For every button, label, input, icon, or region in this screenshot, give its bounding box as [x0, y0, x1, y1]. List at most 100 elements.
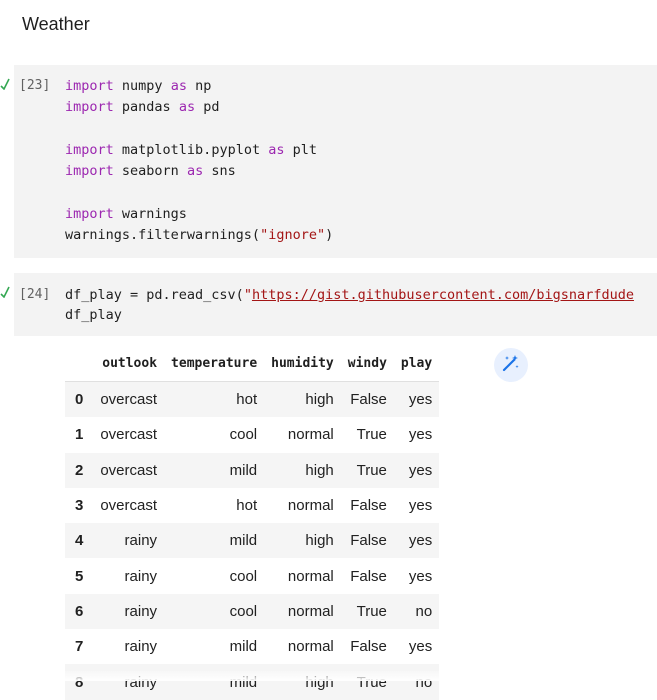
column-header-play: play: [400, 355, 433, 371]
row-index: 1: [75, 426, 84, 444]
code-line: import seaborn as sns: [65, 162, 236, 180]
table-row: 8 rainy mild high True no: [65, 664, 440, 700]
row-index: 8: [75, 673, 84, 691]
code-keyword: import: [65, 142, 114, 158]
cell-humidity: normal: [287, 567, 334, 585]
code-cell-read-csv[interactable]: df_play = pd.read_csv("https://gist.gith…: [14, 273, 657, 336]
cell-play: yes: [408, 532, 433, 550]
execution-count: [24]: [19, 287, 51, 302]
cell-humidity: high: [305, 673, 334, 691]
dataframe-output: outlook temperature humidity windy play 0 ove…: [65, 345, 440, 700]
code-token: numpy: [113, 78, 171, 94]
cell-outlook: rainy: [124, 602, 158, 620]
cell-play: yes: [408, 426, 433, 444]
cell-outlook: rainy: [124, 532, 158, 550]
table-row: 4 rainy mild high False yes: [65, 523, 440, 559]
checkmark-icon: [0, 78, 10, 92]
cell-windy: False: [350, 638, 387, 656]
code-keyword: import: [65, 78, 114, 94]
cell-temperature: cool: [229, 426, 258, 444]
cell-temperature: mild: [229, 673, 258, 691]
code-string[interactable]: https://gist.githubusercontent.com/bigsn…: [252, 287, 634, 303]
table-row: 7 rainy mild normal False yes: [65, 629, 439, 664]
cell-temperature: cool: [229, 602, 258, 620]
table-row: 2 overcast mild high True yes: [65, 452, 440, 488]
code-line: df_play: [65, 306, 122, 324]
column-header-humidity: humidity: [271, 355, 334, 371]
row-index: 3: [75, 497, 84, 515]
code-token: warnings: [113, 206, 187, 222]
column-header-windy: windy: [347, 355, 387, 371]
cell-outlook: overcast: [100, 497, 158, 515]
code-line: import warnings: [65, 205, 187, 223]
magic-wand-button[interactable]: [494, 348, 528, 382]
row-index: 5: [75, 567, 84, 585]
cell-play: yes: [408, 461, 433, 479]
code-keyword: as: [186, 163, 204, 179]
cell-outlook: rainy: [124, 673, 158, 691]
cell-temperature: mild: [229, 638, 258, 656]
code-keyword: import: [65, 99, 114, 115]
code-token: matplotlib.pyplot: [113, 142, 269, 158]
checkmark-icon: [0, 286, 10, 300]
code-line: warnings.filterwarnings("ignore"): [65, 226, 333, 244]
cell-windy: False: [350, 532, 387, 550]
row-index: 6: [75, 602, 84, 620]
cell-outlook: rainy: [124, 638, 158, 656]
section-heading: Weather: [22, 14, 90, 34]
code-line: import numpy as np: [65, 77, 211, 95]
code-string: ": [243, 287, 252, 303]
cell-play: yes: [408, 497, 433, 515]
code-keyword: as: [268, 142, 285, 158]
cell-play: yes: [408, 567, 433, 585]
code-token: pandas: [113, 99, 179, 115]
table-row: 0 overcast hot high False yes: [65, 381, 440, 418]
cell-windy: True: [356, 602, 387, 620]
cell-temperature: cool: [229, 567, 258, 585]
code-token: ): [325, 227, 334, 243]
table-row: 1 overcast cool normal True yes: [65, 417, 439, 452]
cell-play: yes: [393, 381, 440, 418]
cell-windy: True: [356, 673, 387, 691]
cell-humidity: normal: [287, 638, 334, 656]
code-token: sns: [203, 163, 236, 179]
cell-temperature: mild: [229, 461, 258, 479]
cell-windy: False: [350, 497, 387, 515]
row-index: 7: [75, 638, 84, 656]
index-header: [65, 345, 93, 382]
magic-wand-icon: [501, 353, 521, 378]
cell-play: no: [415, 602, 433, 620]
cell-humidity: normal: [287, 602, 334, 620]
table-row: 3 overcast hot normal False yes: [65, 488, 439, 523]
code-line: import matplotlib.pyplot as plt: [65, 141, 317, 159]
code-line: df_play = pd.read_csv("https://gist.gith…: [65, 286, 634, 304]
cell-play: yes: [408, 638, 433, 656]
code-cell-imports[interactable]: import numpy as np import pandas as pd imp…: [14, 65, 657, 258]
code-token: df_play = pd.read_csv(: [65, 287, 244, 303]
column-header-temperature: temperature: [171, 355, 258, 371]
cell-humidity: high: [264, 381, 341, 418]
column-header-outlook: outlook: [102, 355, 158, 371]
cell-windy: False: [350, 567, 387, 585]
code-token: pd: [195, 99, 220, 115]
cell-windy: False: [340, 381, 394, 418]
code-string: "ignore": [260, 227, 326, 243]
cell-temperature: hot: [236, 497, 258, 515]
row-index: 0: [65, 381, 94, 418]
code-keyword: as: [170, 78, 187, 94]
cell-outlook: rainy: [124, 567, 158, 585]
code-token: df_play: [65, 307, 122, 323]
cell-humidity: normal: [287, 426, 334, 444]
cell-play: no: [415, 673, 433, 691]
table-body: 0 overcast hot high False yes 1 overcast cool nor…: [65, 381, 440, 700]
cell-outlook: overcast: [100, 426, 158, 444]
cell-windy: True: [356, 426, 387, 444]
table-row: 6 rainy cool normal True no: [65, 593, 440, 630]
cell-outlook: overcast: [93, 381, 165, 418]
cell-windy: True: [356, 461, 387, 479]
code-token: seaborn: [113, 163, 187, 179]
scroll-fade: [0, 671, 657, 681]
code-keyword: import: [65, 163, 114, 179]
code-token: warnings.filterwarnings(: [65, 227, 261, 243]
row-index: 4: [75, 532, 84, 550]
